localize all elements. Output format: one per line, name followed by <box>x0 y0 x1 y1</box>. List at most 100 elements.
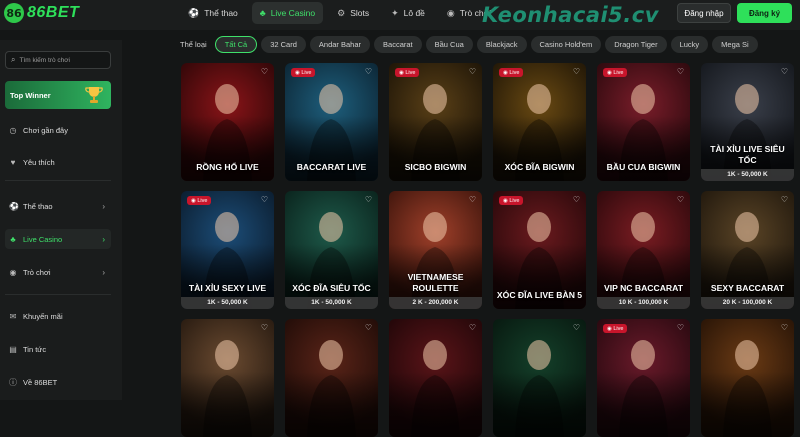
game-title: Xóc Đĩa Siêu Tốc <box>292 283 371 293</box>
sidebar-item-7[interactable]: ⓘ Về 86BET <box>5 372 111 392</box>
filter-chip[interactable]: Bầu Cua <box>425 35 473 53</box>
topnav-tab-2[interactable]: ⚙ Slots <box>329 2 377 24</box>
topnav-tab-0[interactable]: ⚽ Thể thao <box>180 2 246 24</box>
sidebar-item-label: Thể thao <box>23 201 53 211</box>
favorite-heart-icon[interactable]: ♡ <box>573 323 580 332</box>
game-card[interactable]: ♡ <box>285 319 378 437</box>
sidebar-item-0[interactable]: ◷ Chơi gần đây <box>5 120 111 140</box>
live-badge: ◉ Live <box>499 68 524 77</box>
favorite-heart-icon[interactable]: ♡ <box>781 323 788 332</box>
game-card[interactable]: ◉ Live ♡ Xóc Đĩa Live Bàn 5 <box>493 191 586 309</box>
top-winner-banner[interactable]: Top Winner <box>5 81 111 109</box>
game-card[interactable]: ♡ <box>389 319 482 437</box>
sidebar-item-label: Yêu thích <box>23 157 55 167</box>
favorite-heart-icon[interactable]: ♡ <box>677 195 684 204</box>
card-shade <box>181 372 274 437</box>
live-badge: ◉ Live <box>187 196 212 205</box>
logo-text: 86BET <box>27 4 80 21</box>
filter-chip[interactable]: Baccarat <box>374 35 422 53</box>
sidebar-item-2[interactable]: ⚽ Thể thao › <box>5 196 111 216</box>
filter-chip[interactable]: Tất Cả <box>214 35 258 53</box>
chevron-right-icon: › <box>102 267 105 277</box>
favorite-heart-icon[interactable]: ♡ <box>261 195 268 204</box>
favorite-heart-icon[interactable]: ♡ <box>573 67 580 76</box>
top-bar: 86 86BET ⚽ Thể thao ♣ Live Casino ⚙ Slots ✦ Lô … <box>0 0 800 30</box>
gamepad-icon: ◉ <box>446 7 455 18</box>
filter-chip[interactable]: Mega Si <box>712 35 758 53</box>
filter-chip[interactable]: Dragon Tiger <box>605 35 667 53</box>
game-card[interactable]: ♡ Vietnamese Roulette 2 K - 200,000 K <box>389 191 482 309</box>
favorite-heart-icon[interactable]: ♡ <box>365 67 372 76</box>
card-shade <box>701 372 794 437</box>
game-card[interactable]: ♡ VIP NC Baccarat 10 K - 100,000 K <box>597 191 690 309</box>
game-title: Sexy Baccarat <box>710 283 785 293</box>
register-button[interactable]: Đăng ký <box>737 3 792 23</box>
favorite-heart-icon[interactable]: ♡ <box>781 195 788 204</box>
filter-chip[interactable]: 32 Card <box>261 35 306 53</box>
sidebar-item-1[interactable]: ♥ Yêu thích <box>5 152 111 172</box>
game-title: Rồng Hổ Live <box>196 162 259 172</box>
game-card[interactable]: ♡ Rồng Hổ Live <box>181 63 274 181</box>
trophy-icon <box>85 87 103 103</box>
sidebar-divider <box>5 180 111 181</box>
sidebar-item-3[interactable]: ♣ Live Casino › <box>5 229 111 249</box>
sidebar: ⌕ Top Winner ◷ Chơi gần đây ♥ Yêu thích ⚽ Thể… <box>0 40 122 400</box>
game-title: Sicbo BigWin <box>404 162 467 172</box>
sidebar-item-5[interactable]: ✉ Khuyến mãi <box>5 306 111 326</box>
game-card[interactable]: ◉ Live ♡ Tài Xỉu Sexy Live 1K - 50,000 K <box>181 191 274 309</box>
filter-chip[interactable]: Andar Bahar <box>309 35 371 53</box>
favorite-heart-icon[interactable]: ♡ <box>781 67 788 76</box>
filter-chip[interactable]: Casino Hold'em <box>530 35 602 53</box>
favorite-heart-icon[interactable]: ♡ <box>469 67 476 76</box>
favorite-heart-icon[interactable]: ♡ <box>261 323 268 332</box>
login-button[interactable]: Đăng nhập <box>677 3 731 23</box>
filter-label: Thể loại <box>180 39 207 49</box>
game-card[interactable]: ♡ Xóc Đĩa Siêu Tốc 1K - 50,000 K <box>285 191 378 309</box>
favorite-heart-icon[interactable]: ♡ <box>677 323 684 332</box>
brand-logo[interactable]: 86 86BET <box>4 3 79 23</box>
bet-range: 1K - 50,000 K <box>701 169 794 181</box>
filter-chip[interactable]: Blackjack <box>476 35 527 53</box>
soccer-icon: ⚽ <box>9 201 19 211</box>
gamepad-icon: ◉ <box>9 267 17 277</box>
favorite-heart-icon[interactable]: ♡ <box>573 195 580 204</box>
game-card[interactable]: ♡ Tài Xỉu Live Siêu Tốc 1K - 50,000 K <box>701 63 794 181</box>
live-badge: ◉ Live <box>603 324 628 333</box>
game-card[interactable]: ♡ <box>701 319 794 437</box>
favorite-heart-icon[interactable]: ♡ <box>365 323 372 332</box>
search-box[interactable]: ⌕ <box>5 51 111 69</box>
game-card[interactable]: ◉ Live ♡ Bầu Cua BigWin <box>597 63 690 181</box>
game-card[interactable]: ♡ Sexy Baccarat 20 K - 100,000 K <box>701 191 794 309</box>
sidebar-item-label: Chơi gần đây <box>23 125 68 135</box>
search-input[interactable] <box>19 56 110 64</box>
top-nav: ⚽ Thể thao ♣ Live Casino ⚙ Slots ✦ Lô đề ◉ Trò ch… <box>180 2 499 24</box>
lottery-icon: ✦ <box>391 7 399 18</box>
filter-chip[interactable]: Lucky <box>670 35 709 53</box>
sidebar-item-4[interactable]: ◉ Trò chơi › <box>5 262 111 282</box>
game-card[interactable]: ◉ Live ♡ Baccarat Live <box>285 63 378 181</box>
game-title: Baccarat Live <box>296 162 367 172</box>
game-card[interactable]: ◉ Live ♡ Xóc Đĩa BigWin <box>493 63 586 181</box>
game-card[interactable]: ♡ <box>493 319 586 437</box>
sidebar-divider <box>5 294 111 295</box>
game-title: Tài Xỉu Sexy Live <box>188 283 267 293</box>
live-badge: ◉ Live <box>603 68 628 77</box>
favorite-heart-icon[interactable]: ♡ <box>261 67 268 76</box>
favorite-heart-icon[interactable]: ♡ <box>469 323 476 332</box>
sidebar-item-label: Trò chơi <box>23 267 51 277</box>
topnav-tab-3[interactable]: ✦ Lô đề <box>383 2 433 24</box>
favorite-heart-icon[interactable]: ♡ <box>469 195 476 204</box>
game-card[interactable]: ◉ Live ♡ Sicbo BigWin <box>389 63 482 181</box>
topnav-tab-1[interactable]: ♣ Live Casino <box>251 2 324 24</box>
chevron-right-icon: › <box>102 234 105 244</box>
bet-range: 10 K - 100,000 K <box>597 297 690 309</box>
game-card[interactable]: ♡ <box>181 319 274 437</box>
topnav-tab-label: Thể thao <box>204 8 238 18</box>
soccer-icon: ⚽ <box>188 7 200 18</box>
game-card[interactable]: ◉ Live ♡ <box>597 319 690 437</box>
sidebar-item-6[interactable]: ▤ Tin tức <box>5 339 111 359</box>
favorite-heart-icon[interactable]: ♡ <box>365 195 372 204</box>
favorite-heart-icon[interactable]: ♡ <box>677 67 684 76</box>
info-icon: ⓘ <box>9 377 17 387</box>
logo-mark: 86 <box>4 3 24 23</box>
